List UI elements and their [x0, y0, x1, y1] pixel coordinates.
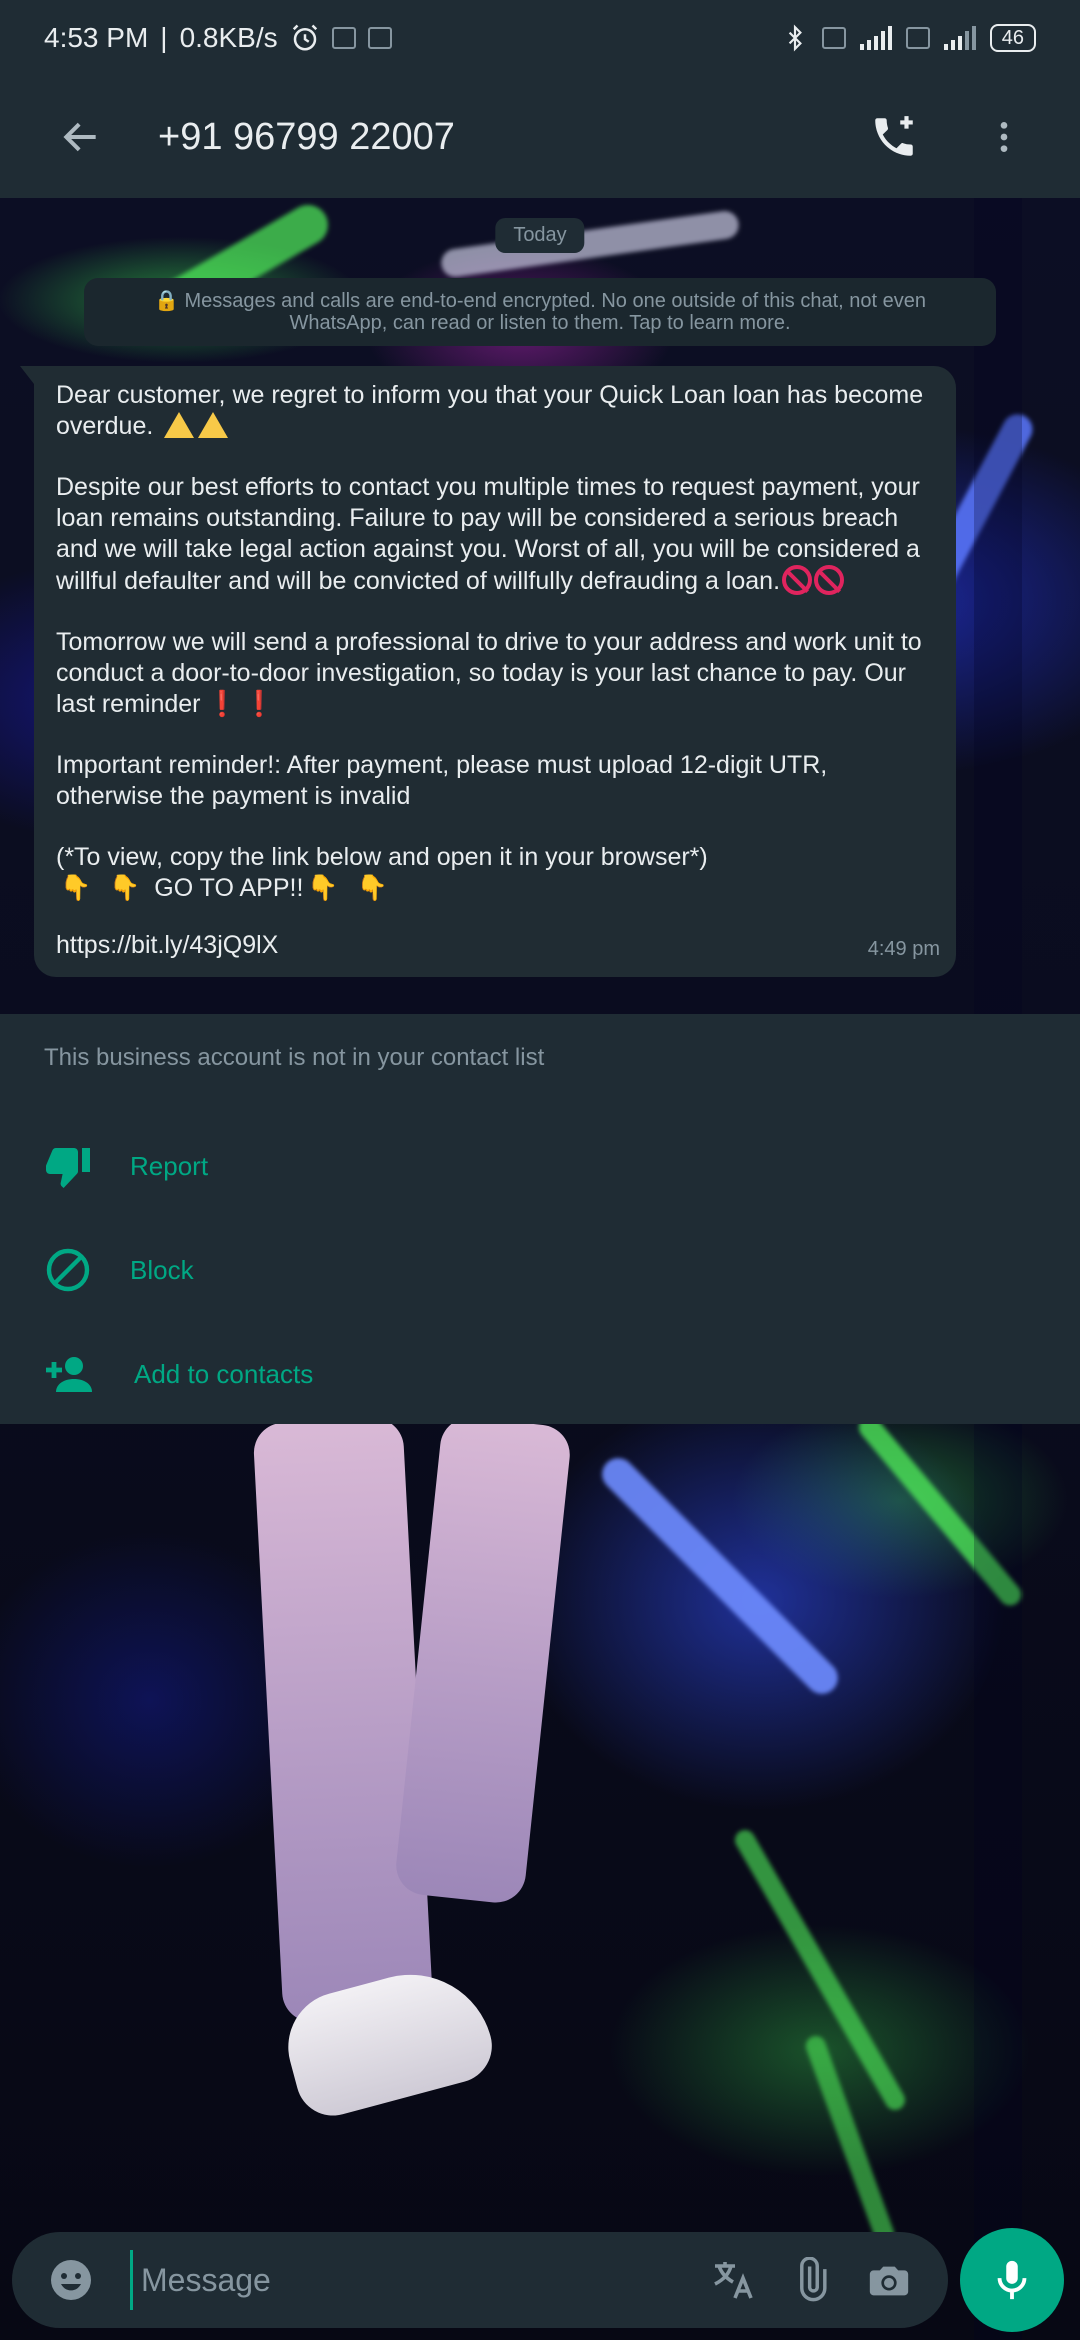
chat-title[interactable]: +91 96799 22007 [158, 116, 455, 159]
add-person-icon [46, 1357, 92, 1392]
more-options-button[interactable] [964, 97, 1044, 177]
paperclip-icon [800, 2257, 827, 2302]
incoming-message-bubble[interactable]: Dear customer, we regret to inform you t… [20, 366, 956, 977]
business-notice: This business account is not in your con… [44, 1044, 545, 1071]
pointing-down-emoji: 👇 [109, 874, 141, 902]
battery-indicator: 46 [989, 24, 1036, 52]
wallpaper-person-legs [252, 1414, 608, 2180]
message-timestamp: 4:49 pm [867, 938, 940, 960]
message-composer [12, 2232, 948, 2328]
volte-icon [821, 27, 846, 49]
add-call-button[interactable] [854, 97, 934, 177]
message-paragraph-5: (*To view, copy the link below and open … [56, 843, 708, 871]
message-paragraph-3: Tomorrow we will send a professional to … [56, 628, 929, 718]
exclamation-emoji: ❗ [243, 690, 275, 718]
unknown-business-panel: This business account is not in your con… [0, 1014, 1080, 1424]
block-icon [46, 1248, 90, 1292]
report-button[interactable]: Report [0, 1118, 1080, 1214]
bluetooth-icon [788, 24, 802, 52]
warning-emoji [198, 412, 229, 438]
block-button[interactable]: Block [0, 1222, 1080, 1318]
voice-message-button[interactable] [960, 2228, 1064, 2332]
signal-icon-2 [943, 26, 976, 50]
encryption-notice[interactable]: 🔒 Messages and calls are end-to-end encr… [84, 278, 996, 346]
message-cta: GO TO APP!! [154, 874, 304, 902]
pointing-down-emoji: 👇 [307, 874, 339, 902]
exclamation-emoji: ❗ [206, 690, 238, 718]
back-button[interactable] [36, 92, 126, 182]
emoji-button[interactable] [32, 2241, 110, 2319]
microphone-icon [997, 2260, 1027, 2300]
block-label: Block [130, 1254, 194, 1285]
message-link[interactable]: https://bit.ly/43jQ9lX [56, 930, 934, 961]
notification-icon [331, 27, 356, 49]
translate-button[interactable] [694, 2241, 772, 2319]
prohibited-emoji [782, 565, 813, 595]
chat-header: +91 96799 22007 [0, 76, 1080, 198]
report-label: Report [130, 1150, 209, 1181]
prohibited-emoji [814, 565, 845, 595]
warning-emoji [164, 412, 195, 438]
attach-button[interactable] [772, 2241, 850, 2319]
emoji-icon [51, 2260, 91, 2300]
message-input[interactable] [130, 2250, 694, 2310]
camera-icon [869, 2266, 909, 2296]
alarm-icon [292, 24, 317, 51]
translate-icon [714, 2262, 753, 2299]
pointing-down-emoji: 👇 [60, 874, 92, 902]
network-speed: 0.8KB/s [179, 22, 278, 53]
notification-icon-2 [367, 27, 392, 49]
status-time: 4:53 PM [44, 22, 149, 53]
camera-button[interactable] [850, 2241, 928, 2319]
volte-icon-2 [905, 27, 930, 49]
thumbs-down-icon [46, 1148, 90, 1188]
signal-icon [859, 26, 892, 50]
message-paragraph-4: Important reminder!: After payment, plea… [56, 751, 835, 810]
arrow-left-icon [63, 122, 96, 152]
add-to-contacts-label: Add to contacts [134, 1358, 314, 1389]
pointing-down-emoji: 👇 [356, 874, 388, 902]
phone-plus-icon [875, 116, 913, 156]
add-to-contacts-button[interactable]: Add to contacts [0, 1326, 1080, 1422]
status-separator: | [160, 22, 168, 53]
more-vertical-icon [1000, 122, 1008, 152]
date-chip: Today [495, 218, 585, 253]
status-bar: 4:53 PM | 0.8KB/s 46 [0, 0, 1080, 76]
